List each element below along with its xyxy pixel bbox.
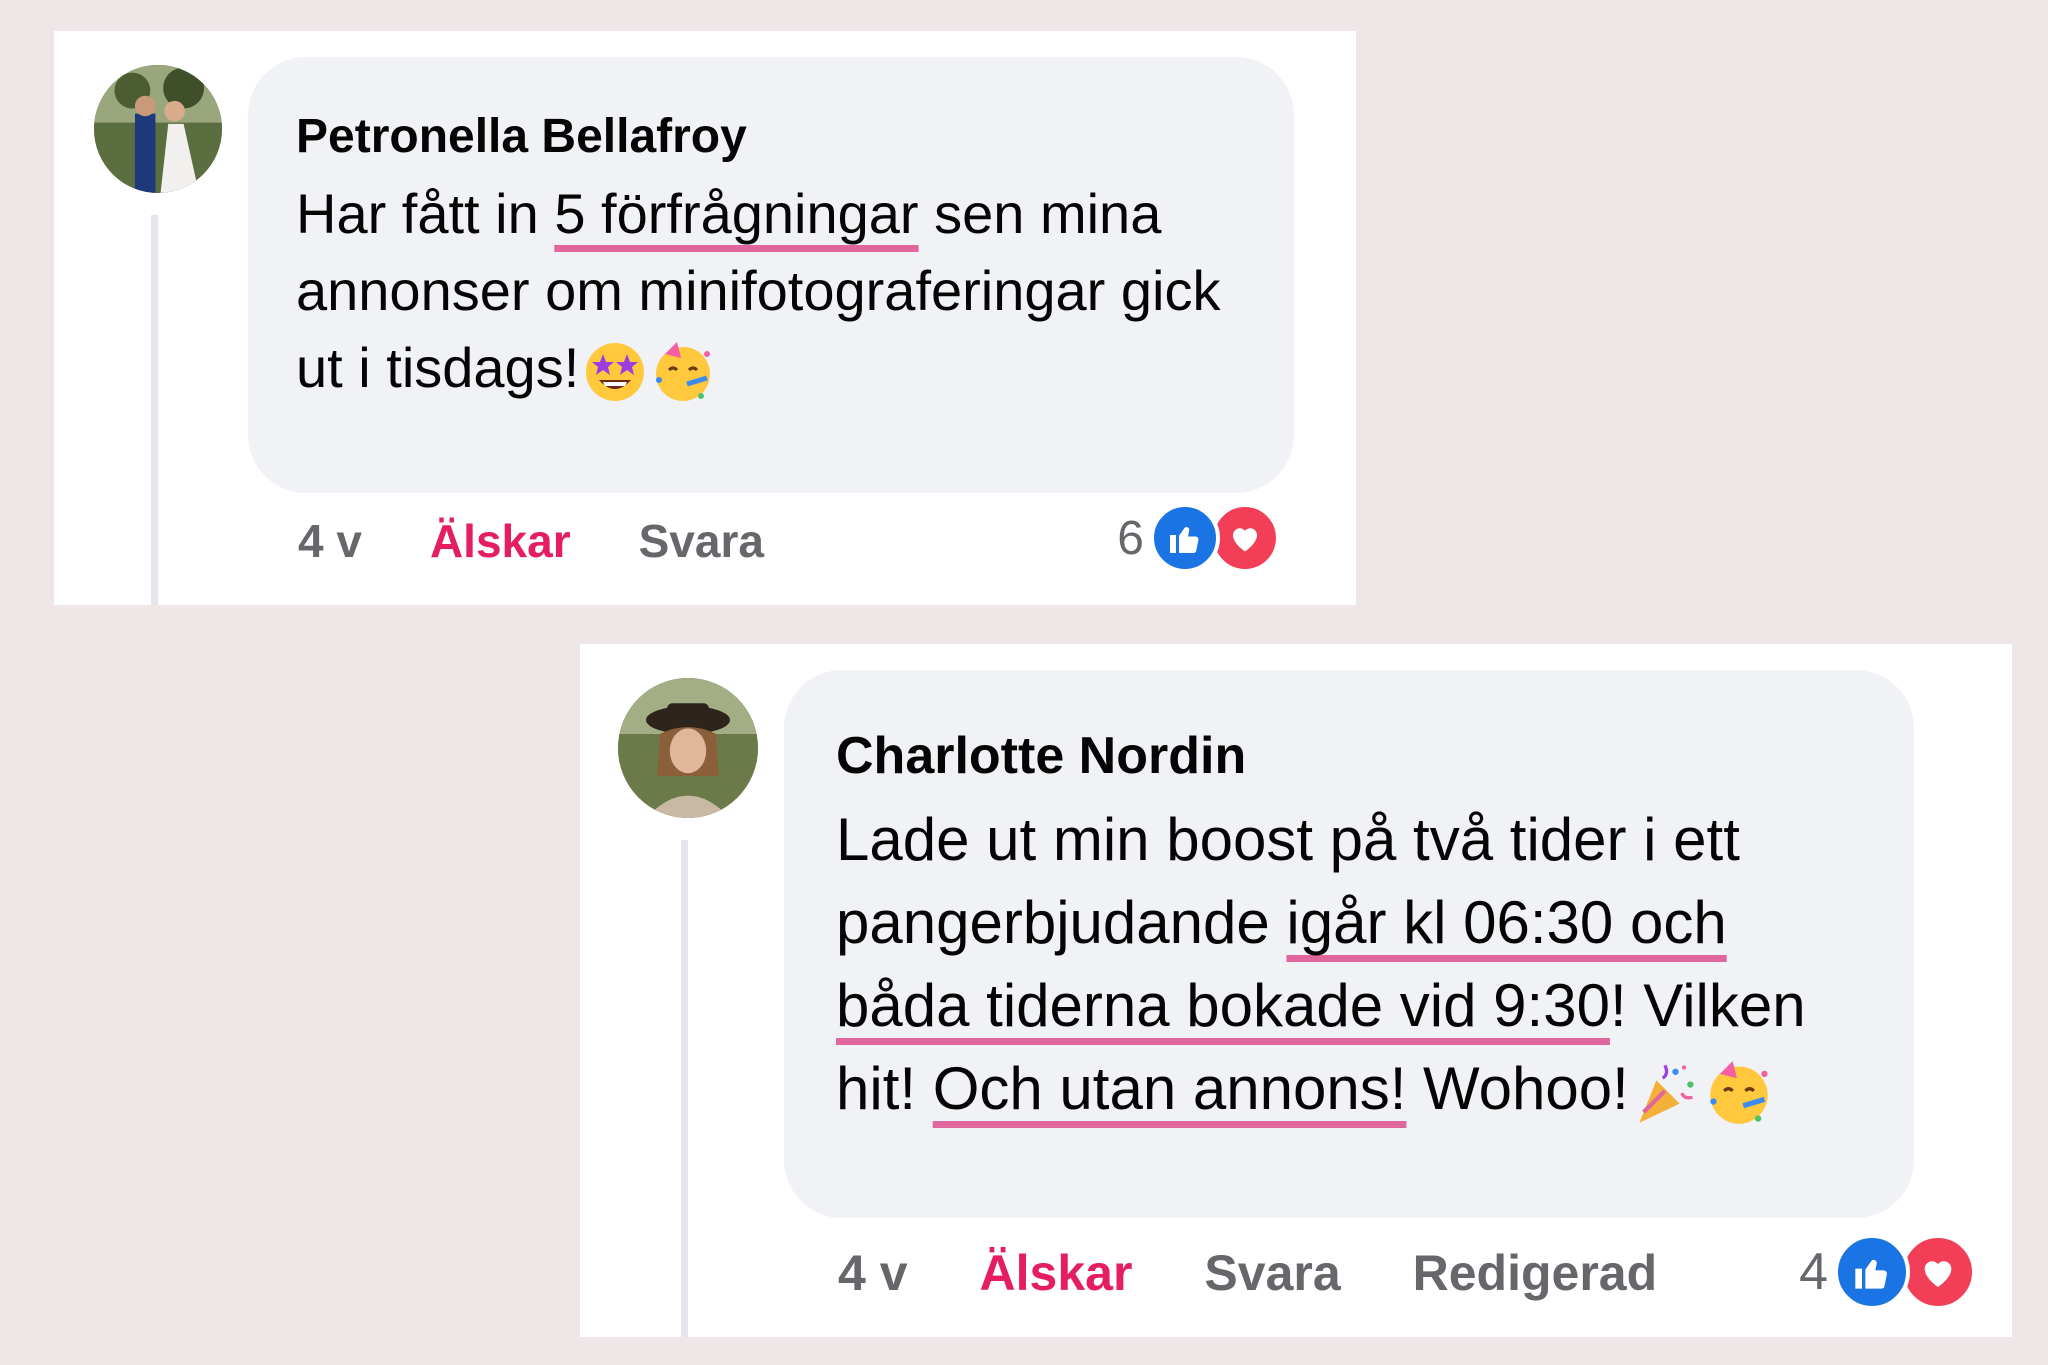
edited-label[interactable]: Redigerad	[1413, 1244, 1658, 1302]
comment-text-part: Wohoo!	[1406, 1055, 1629, 1122]
reaction-count: 6	[1117, 511, 1144, 565]
reply-button[interactable]: Svara	[1204, 1244, 1340, 1302]
thread-line	[681, 840, 688, 1337]
comment-text-part: Har fått in	[296, 182, 555, 245]
like-icon	[1150, 503, 1220, 573]
comment-text: Lade ut min boost på två tider i ett pan…	[836, 798, 1862, 1130]
avatar[interactable]	[94, 65, 222, 193]
highlighted-text: 5 förfrågningar	[554, 182, 919, 245]
reaction-summary[interactable]: 4	[1799, 1234, 1976, 1310]
partying-face-emoji-icon	[1705, 1059, 1773, 1127]
star-struck-emoji-icon	[583, 340, 647, 404]
highlighted-text: Och utan annons!	[932, 1055, 1407, 1122]
like-icon	[1834, 1234, 1910, 1310]
comment-author[interactable]: Charlotte Nordin	[836, 724, 1862, 788]
comment-timestamp[interactable]: 4 v	[298, 514, 362, 568]
heart-icon	[1900, 1234, 1976, 1310]
comment-bubble: Charlotte Nordin Lade ut min boost på tv…	[784, 670, 1914, 1218]
party-popper-emoji-icon	[1633, 1059, 1701, 1127]
comment-card: Charlotte Nordin Lade ut min boost på tv…	[580, 644, 2012, 1337]
avatar[interactable]	[618, 678, 758, 818]
love-reaction-button[interactable]: Älskar	[430, 514, 571, 568]
comment-actions: 4 v Älskar Svara Redigerad	[838, 1238, 1729, 1308]
comment-card: Petronella Bellafroy Har fått in 5 förfr…	[54, 31, 1356, 605]
comment-bubble: Petronella Bellafroy Har fått in 5 förfr…	[248, 57, 1294, 493]
comment-actions: 4 v Älskar Svara	[298, 509, 832, 573]
thread-line	[151, 215, 158, 605]
comment-author[interactable]: Petronella Bellafroy	[296, 107, 1246, 167]
love-reaction-button[interactable]: Älskar	[980, 1244, 1133, 1302]
comment-timestamp[interactable]: 4 v	[838, 1244, 908, 1302]
partying-face-emoji-icon	[651, 340, 715, 404]
reply-button[interactable]: Svara	[639, 514, 764, 568]
reaction-count: 4	[1799, 1243, 1828, 1301]
heart-icon	[1210, 503, 1280, 573]
comment-text: Har fått in 5 förfrågningar sen mina ann…	[296, 175, 1246, 406]
reaction-summary[interactable]: 6	[1117, 503, 1280, 573]
